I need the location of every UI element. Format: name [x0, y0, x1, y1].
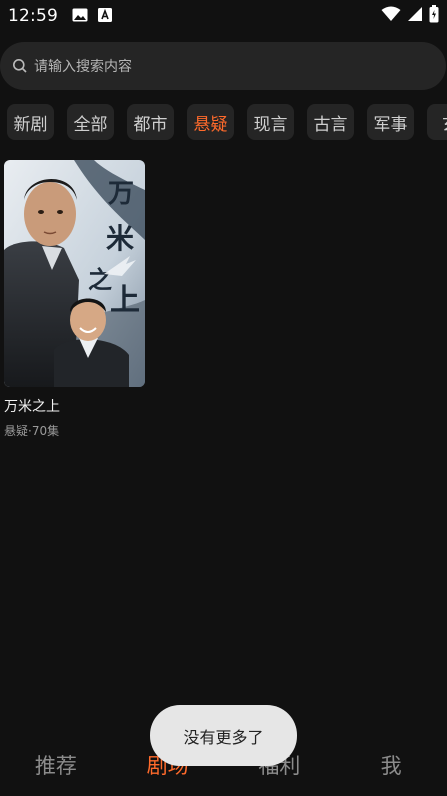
nav-me[interactable]: 我: [335, 750, 447, 780]
search-icon: [12, 58, 28, 74]
status-bar: 12:59: [0, 0, 447, 32]
search-placeholder: 请输入搜索内容: [34, 59, 132, 75]
category-tabs: 新剧 全部 都市 悬疑 现言 古言 军事 玄: [0, 104, 447, 140]
poster-title-char-2: 米: [106, 222, 134, 255]
poster-title-char-3: 之: [88, 265, 112, 294]
wifi-icon: [381, 6, 401, 26]
category-chip-military[interactable]: 军事: [367, 104, 414, 140]
signal-icon: [407, 6, 423, 26]
category-chip-ancient-romance[interactable]: 古言: [307, 104, 354, 140]
toast-message: 没有更多了: [150, 705, 297, 766]
status-time: 12:59: [8, 6, 58, 26]
nav-recommend[interactable]: 推荐: [0, 750, 112, 780]
poster-title-char-4: 上: [110, 283, 140, 318]
drama-card[interactable]: 万 米 之 上 万米之上 悬疑·70集: [4, 160, 145, 439]
category-chip-fantasy[interactable]: 玄: [427, 104, 447, 140]
search-input[interactable]: 请输入搜索内容: [0, 42, 446, 90]
status-right-icons: [381, 5, 439, 27]
drama-meta: 悬疑·70集: [4, 424, 60, 438]
category-chip-modern-romance[interactable]: 现言: [247, 104, 294, 140]
category-chip-urban[interactable]: 都市: [127, 104, 174, 140]
category-chip-new[interactable]: 新剧: [7, 104, 54, 140]
drama-title[interactable]: 万米之上: [4, 396, 145, 416]
status-left-icons: [72, 7, 112, 26]
image-icon: [72, 7, 88, 26]
poster-title-char-1: 万: [108, 179, 134, 209]
drama-poster[interactable]: 万 米 之 上: [4, 160, 145, 387]
font-download-icon: [98, 7, 112, 26]
battery-icon: [429, 5, 439, 27]
category-chip-suspense[interactable]: 悬疑: [187, 104, 234, 140]
category-chip-all[interactable]: 全部: [67, 104, 114, 140]
